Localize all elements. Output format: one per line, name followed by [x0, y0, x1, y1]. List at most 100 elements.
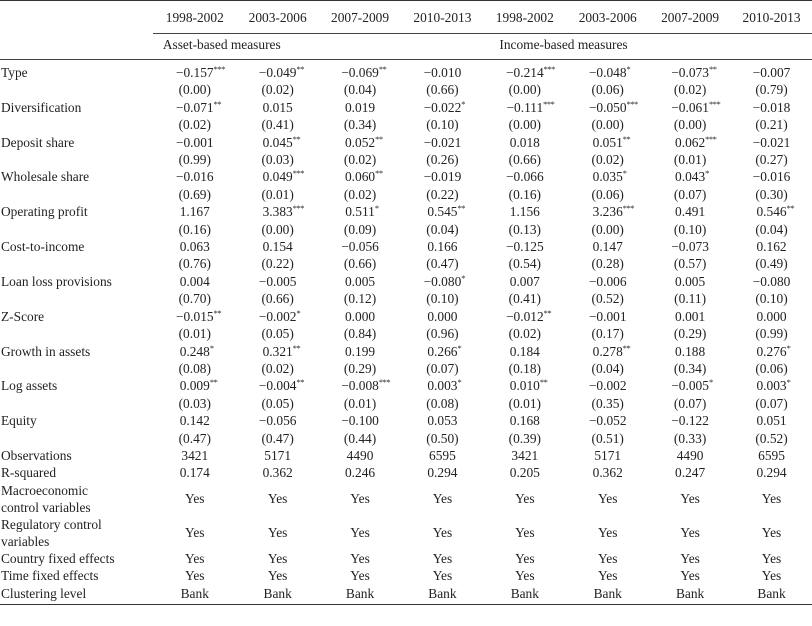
significance-stars: *** — [213, 64, 226, 74]
significance-stars: ** — [296, 377, 304, 388]
stats-value: Yes — [597, 525, 618, 541]
pvalue-cell: (0.10) — [426, 291, 459, 307]
coefficient-text: 0.188 — [675, 343, 706, 359]
pvalue-cell: (0.06) — [591, 186, 624, 202]
pvalue-cell: (0.09) — [343, 221, 377, 237]
stats-value: Yes — [761, 568, 782, 584]
row-label: Growth in assets — [1, 343, 91, 359]
coefficient-text: 0.491 — [675, 204, 706, 220]
pvalue-cell: (0.02) — [508, 326, 541, 342]
coefficient-cell: −0.008 *** — [319, 377, 402, 394]
coefficient-text: 1.167 — [179, 204, 210, 220]
coefficient-cell: 0.063 — [153, 238, 237, 255]
pvalue-cell: (0.04) — [591, 360, 624, 376]
pvalue-cell: (0.02) — [261, 360, 294, 376]
significance-stars: ** — [786, 203, 795, 214]
coefficient-text: −0.019 — [423, 169, 462, 185]
coefficient-value: 3.236 *** — [593, 203, 635, 220]
coefficient-value: 0.001 — [675, 308, 705, 325]
stats-value: Yes — [432, 491, 453, 507]
coefficient-value: 1.167 — [180, 203, 210, 220]
coefficient-value: 1.156 — [510, 203, 540, 220]
coefficient-text: 0.545 — [427, 204, 458, 220]
row-label: Equity — [1, 413, 37, 429]
coefficient-text: 0.000 — [427, 308, 458, 324]
row-label: Wholesale share — [1, 169, 90, 185]
stats-label: Time fixed effects — [1, 568, 99, 584]
pvalue-cell: (0.57) — [673, 256, 707, 272]
coefficient-cell: −0.021 — [731, 134, 812, 151]
coefficient-cell: 0.062 *** — [649, 134, 731, 151]
coefficient-text: −0.049 — [258, 65, 297, 80]
coefficient-value: −0.052 — [589, 412, 627, 429]
coefficient-value: 0.051 — [756, 412, 786, 429]
pvalue-cell: (0.50) — [426, 430, 459, 446]
coefficient-text: −0.214 — [505, 65, 544, 80]
coefficient-text: −0.018 — [752, 99, 791, 115]
coefficient-text: 0.168 — [509, 413, 540, 429]
coefficient-text: 0.053 — [427, 413, 458, 429]
stats-value: Yes — [350, 525, 370, 541]
coefficient-value: −0.008 *** — [341, 377, 390, 394]
pvalue-cell: (0.18) — [508, 360, 541, 376]
coefficient-text: −0.010 — [423, 65, 462, 80]
coefficient-value: −0.006 — [589, 273, 627, 290]
coefficient-cell: −0.007 — [731, 60, 812, 82]
coefficient-value: 0.005 — [345, 273, 375, 290]
coefficient-text: −0.125 — [505, 239, 544, 255]
pvalue-cell: (0.84) — [343, 326, 377, 342]
coefficient-cell: −0.100 — [319, 412, 402, 429]
coefficient-cell: 0.000 — [401, 308, 483, 325]
coefficient-text: −0.008 — [341, 378, 379, 394]
coefficient-cell: −0.012 ** — [483, 308, 566, 325]
coefficient-cell: 0.142 — [153, 412, 237, 429]
coefficient-cell: 0.049 *** — [237, 168, 319, 185]
pvalue-cell: (0.10) — [755, 291, 788, 307]
coefficient-value: −0.005 — [259, 273, 297, 290]
stats-value: Yes — [267, 550, 288, 566]
coefficient-cell: −0.016 — [153, 168, 237, 185]
pvalue-row: (0.69) (0.01) (0.02) (0.22) (0.16) (0.06) (0.0… — [0, 186, 812, 203]
coefficient-text: −0.006 — [588, 273, 627, 289]
coefficient-text: −0.016 — [175, 169, 214, 185]
coefficient-cell: 0.000 — [319, 308, 402, 325]
stats-value: 0.205 — [509, 465, 540, 481]
stats-label: Regulatory control variables — [0, 516, 153, 550]
coefficient-cell: −0.122 — [649, 412, 731, 429]
pvalue-cell: (0.07) — [673, 186, 707, 202]
significance-stars: *** — [378, 377, 391, 388]
stats-value: 6595 — [758, 447, 785, 463]
pvalue-cell: (0.11) — [674, 291, 707, 307]
stats-value: Yes — [680, 550, 700, 566]
coefficient-cell: 0.546 ** — [731, 203, 812, 220]
significance-stars: *** — [705, 133, 717, 144]
coefficient-cell: −0.010 — [401, 60, 483, 82]
coefficient-text: 0.051 — [592, 134, 623, 150]
stats-row: Clustering level Bank Bank Bank Bank Bank Bank… — [0, 585, 812, 605]
coefficient-cell: 0.001 — [649, 308, 731, 325]
coefficient-cell: −0.019 — [401, 168, 483, 185]
pvalue-cell: (0.47) — [261, 430, 294, 446]
coefficient-value: −0.214 *** — [505, 64, 555, 81]
table-row: Diversification −0.071 ** 0.015 0.019 −0.022 *… — [0, 99, 812, 116]
coefficient-cell: 0.511 * — [319, 203, 402, 220]
coefficient-cell: 0.018 — [483, 134, 566, 151]
pvalue-cell: (0.70) — [178, 291, 211, 307]
coefficient-cell: −0.214 *** — [483, 60, 566, 82]
stats-value: Yes — [515, 491, 535, 507]
coefficient-text: 0.009 — [179, 378, 210, 394]
coefficient-cell: 0.321 ** — [237, 343, 319, 360]
coefficient-cell: −0.066 — [483, 168, 566, 185]
stats-row: Country fixed effects Yes Yes Yes Yes Yes Yes Y… — [0, 550, 812, 567]
row-label-empty — [0, 430, 153, 447]
coefficient-cell: 0.051 — [731, 412, 812, 429]
coefficient-cell: −0.021 — [401, 134, 483, 151]
coefficient-text: 0.166 — [427, 239, 458, 255]
significance-stars: ** — [375, 133, 383, 144]
coefficient-value: 0.168 — [510, 412, 540, 429]
coefficient-value: −0.018 — [753, 99, 791, 116]
significance-stars: ** — [622, 342, 631, 353]
coefficient-value: 0.166 — [427, 238, 457, 255]
pvalue-cell: (0.01) — [343, 395, 377, 411]
pvalue-cell: (0.01) — [261, 186, 294, 202]
